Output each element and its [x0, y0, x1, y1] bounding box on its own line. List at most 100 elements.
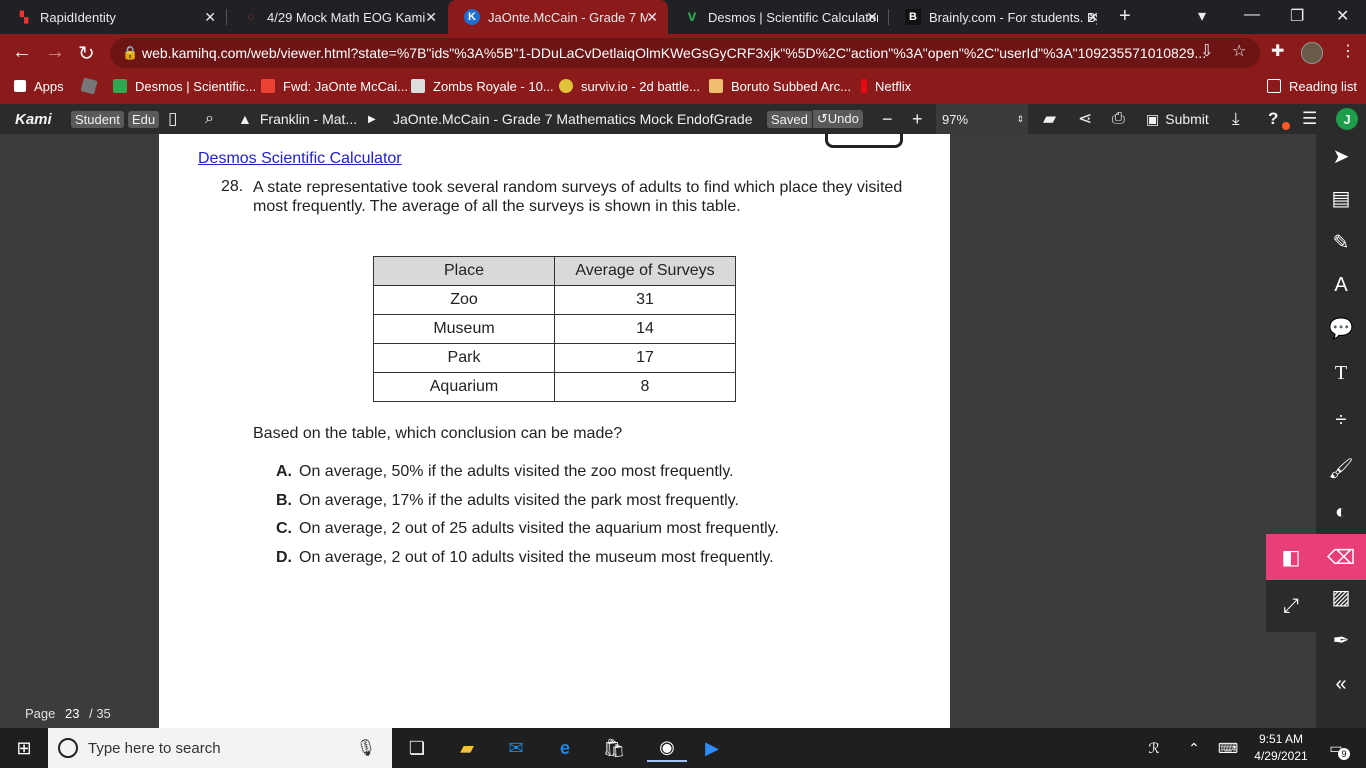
answer-choice-a[interactable]: A. On average, 50% if the adults visited …: [276, 463, 734, 481]
zoom-out-icon[interactable]: −: [882, 104, 893, 134]
table-row: Zoo 31: [373, 285, 736, 315]
sidebar-toggle-icon[interactable]: ▯: [168, 104, 177, 134]
collapse-toolbar-icon[interactable]: «: [1316, 664, 1366, 704]
highlighter-icon[interactable]: ✎: [1316, 222, 1366, 262]
open-folder-icon[interactable]: ▰: [1043, 104, 1056, 134]
tab-mock-math[interactable]: ◌ 4/29 Mock Math EOG Kami A ✕: [227, 0, 447, 34]
answer-choice-d[interactable]: D. On average, 2 out of 10 adults visited…: [276, 549, 774, 567]
share-icon[interactable]: ⋖: [1078, 104, 1092, 134]
desmos-link[interactable]: Desmos Scientific Calculator: [198, 150, 402, 168]
page-total: / 35: [89, 706, 111, 721]
reading-list[interactable]: Reading list: [1267, 76, 1357, 96]
bookmark-netflix[interactable]: Netflix: [861, 76, 911, 96]
bookmark-boruto[interactable]: Boruto Subbed Arc...: [709, 76, 851, 96]
comment-icon[interactable]: 💬: [1316, 308, 1366, 348]
document-page: Desmos Scientific Calculator 28. A state…: [159, 134, 950, 728]
clock-date: 4/29/2021: [1254, 749, 1308, 763]
reload-icon[interactable]: ↻: [78, 41, 95, 66]
close-tab-icon[interactable]: ✕: [646, 9, 658, 26]
url-field[interactable]: 🔒 web.kamihq.com/web/viewer.html?state=%…: [110, 38, 1260, 68]
boruto-icon: [709, 79, 723, 93]
close-tab-icon[interactable]: ✕: [1087, 9, 1099, 26]
select-cursor-icon[interactable]: ➤: [1316, 136, 1366, 176]
new-tab-icon[interactable]: +: [1119, 5, 1131, 28]
task-view-icon[interactable]: ❏: [403, 734, 431, 762]
user-avatar[interactable]: J: [1336, 104, 1358, 134]
people-icon[interactable]: ℛ: [1140, 734, 1168, 762]
drawing-icon[interactable]: 🖌: [1316, 448, 1366, 488]
undo-button[interactable]: ↺Undo: [812, 110, 863, 128]
bookmark-star-icon[interactable]: ☆: [1232, 41, 1246, 61]
tab-search-icon[interactable]: ▾: [1198, 6, 1206, 26]
folder-breadcrumb[interactable]: ▲ Franklin - Mat...: [238, 104, 357, 134]
desmos-icon: ᐯ: [687, 11, 697, 24]
table-cell: Aquarium: [373, 372, 555, 402]
store-icon[interactable]: 🛍: [600, 734, 628, 762]
question-number: 28.: [221, 178, 244, 195]
taskbar-search-input[interactable]: Type here to search 🎙: [48, 728, 392, 768]
bookmark-roblox[interactable]: [80, 76, 104, 96]
add-image-icon[interactable]: ▨: [1316, 577, 1366, 617]
bookmark-desmos[interactable]: Desmos | Scientific...: [113, 76, 256, 96]
document-title: JaOnte.McCain - Grade 7 Mathematics Mock…: [393, 111, 753, 127]
install-icon[interactable]: ⇩: [1200, 41, 1213, 61]
extensions-icon[interactable]: ✚: [1271, 41, 1284, 61]
student-badge: Student: [71, 104, 124, 134]
choice-letter: B.: [276, 492, 292, 509]
close-tab-icon[interactable]: ✕: [866, 9, 878, 26]
bookmark-zombs[interactable]: Zombs Royale - 10...: [411, 76, 554, 96]
shapes-icon[interactable]: ◐: [1316, 492, 1366, 532]
bookmark-gmail[interactable]: Fwd: JaOnte McCai...: [261, 76, 408, 96]
close-window-icon[interactable]: ✕: [1336, 6, 1349, 26]
back-icon[interactable]: ←: [12, 41, 32, 64]
print-icon[interactable]: ⎙: [1112, 104, 1125, 134]
search-icon[interactable]: ⌕: [205, 104, 214, 134]
taskbar-clock[interactable]: 9:51 AM 4/29/2021: [1250, 731, 1312, 765]
notifications-icon[interactable]: ▭ 9: [1322, 734, 1350, 762]
tab-desmos[interactable]: ᐯ Desmos | Scientific Calculator ✕: [668, 0, 888, 34]
windows-start-icon[interactable]: ⊞: [10, 734, 38, 762]
dictionary-icon[interactable]: ▤: [1316, 178, 1366, 218]
submit-button[interactable]: ▣ Submit: [1146, 104, 1209, 134]
eraser-options-icon[interactable]: ◧: [1266, 537, 1316, 577]
gmail-icon: [261, 79, 275, 93]
mail-icon[interactable]: ✉: [502, 734, 530, 762]
zoom-app-icon[interactable]: ▶: [698, 734, 726, 762]
menu-dots-icon[interactable]: ⋮: [1340, 41, 1356, 61]
edge-icon[interactable]: e: [551, 734, 579, 762]
microphone-icon[interactable]: 🎙: [356, 738, 376, 758]
text-highlight-icon[interactable]: A: [1316, 265, 1366, 305]
text-tool-icon[interactable]: T: [1316, 353, 1366, 393]
file-explorer-icon[interactable]: ▰: [453, 734, 481, 762]
chrome-icon[interactable]: ◉: [647, 734, 687, 762]
restore-icon[interactable]: ❐: [1290, 6, 1304, 26]
bookmark-apps[interactable]: Apps: [14, 76, 64, 96]
tab-label: RapidIdentity: [40, 9, 116, 25]
hamburger-menu-icon[interactable]: ☰: [1302, 104, 1317, 134]
answer-choice-c[interactable]: C. On average, 2 out of 25 adults visited…: [276, 520, 779, 538]
reading-list-icon: [1267, 79, 1281, 93]
keyboard-icon[interactable]: ⌨: [1214, 734, 1242, 762]
equation-icon[interactable]: ÷: [1316, 400, 1366, 440]
notification-count: 9: [1338, 748, 1350, 760]
signature-icon[interactable]: ✒: [1316, 620, 1366, 660]
help-icon[interactable]: ?: [1268, 104, 1278, 134]
zoom-select[interactable]: 97% ⇕: [936, 104, 1028, 134]
close-tab-icon[interactable]: ✕: [425, 9, 437, 26]
tab-kami-active[interactable]: K JaOnte.McCain - Grade 7 Mat ✕: [448, 0, 668, 34]
tab-label: 4/29 Mock Math EOG Kami A: [267, 9, 427, 25]
eraser-icon[interactable]: ⌫: [1316, 537, 1366, 577]
close-tab-icon[interactable]: ✕: [204, 9, 216, 26]
tab-brainly[interactable]: B Brainly.com - For students. By ✕: [889, 0, 1109, 34]
forward-icon[interactable]: →: [45, 41, 65, 64]
zoom-in-icon[interactable]: +: [912, 104, 923, 134]
resize-icon[interactable]: ⤢: [1266, 580, 1316, 632]
tray-chevron-icon[interactable]: ⌃: [1180, 734, 1208, 762]
page-current-input[interactable]: 23: [65, 706, 79, 721]
avatar[interactable]: [1301, 42, 1323, 64]
minimize-icon[interactable]: —: [1244, 6, 1260, 24]
tab-rapididentity[interactable]: ▚ RapidIdentity ✕: [0, 0, 226, 34]
answer-choice-b[interactable]: B. On average, 17% if the adults visited …: [276, 492, 739, 510]
download-icon[interactable]: ⤓: [1232, 104, 1240, 134]
bookmark-surviv[interactable]: surviv.io - 2d battle...: [559, 76, 700, 96]
